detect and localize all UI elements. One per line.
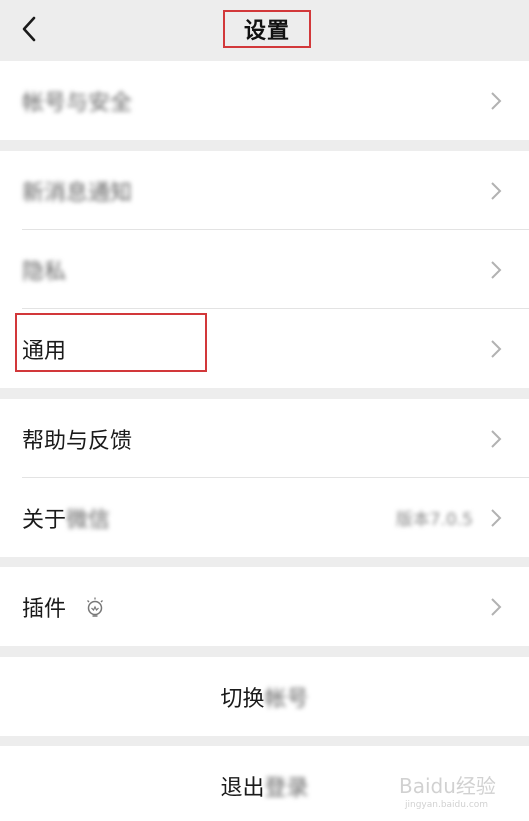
- switch-label-prefix: 切换: [220, 686, 265, 712]
- menu-item-label: 关于微信: [22, 502, 110, 534]
- nav-header: 设置: [0, 0, 529, 58]
- switch-label-blurred: 帐号: [264, 686, 309, 712]
- page-title: 设置: [243, 19, 290, 44]
- menu-item-about[interactable]: 关于微信 版本7.0.5: [0, 478, 529, 557]
- menu-item-general[interactable]: 通用: [0, 309, 529, 388]
- watermark-sub: jingyan.baidu.com: [404, 800, 488, 810]
- plugins-group: 插件: [0, 567, 529, 646]
- baidu-watermark: Baidu经验 jingyan.baidu.com: [399, 774, 496, 810]
- chevron-right-icon: [491, 508, 502, 527]
- chevron-right-icon: [491, 181, 502, 200]
- switch-account-button[interactable]: 切换帐号: [0, 657, 529, 736]
- chevron-right-icon: [491, 429, 502, 448]
- menu-item-label: 插件: [22, 596, 67, 622]
- title-highlight-box: 设置: [223, 10, 311, 48]
- logout-label-blurred: 登录: [264, 775, 309, 801]
- menu-item-label: 隐私: [22, 259, 67, 285]
- chevron-right-icon: [491, 260, 502, 279]
- switch-account-label: 切换帐号: [220, 681, 308, 713]
- menu-item-label: 帮助与反馈: [22, 428, 133, 454]
- menu-item-privacy[interactable]: 隐私: [0, 230, 529, 309]
- menu-item-plugins[interactable]: 插件: [0, 567, 529, 646]
- menu-item-label: 通用: [22, 338, 67, 364]
- version-value: 版本7.0.5: [395, 510, 473, 530]
- menu-item-label: 新消息通知: [22, 180, 133, 206]
- chevron-left-icon: [22, 16, 36, 42]
- about-label-prefix: 关于: [22, 507, 67, 533]
- switch-account-group: 切换帐号: [0, 657, 529, 736]
- chevron-right-icon: [491, 339, 502, 358]
- account-group: 帐号与安全: [0, 61, 529, 140]
- menu-item-notifications[interactable]: 新消息通知: [0, 151, 529, 230]
- menu-item-help-feedback[interactable]: 帮助与反馈: [0, 399, 529, 478]
- watermark-text: Baidu经验: [399, 774, 496, 798]
- logout-label: 退出登录: [220, 770, 308, 802]
- info-group: 帮助与反馈 关于微信 版本7.0.5: [0, 399, 529, 557]
- menu-item-label: 帐号与安全: [22, 90, 133, 116]
- lightbulb-icon: [87, 597, 103, 617]
- chevron-right-icon: [491, 597, 502, 616]
- chevron-right-icon: [491, 91, 502, 110]
- menu-item-account-security[interactable]: 帐号与安全: [0, 61, 529, 140]
- logout-label-prefix: 退出: [220, 775, 265, 801]
- preferences-group: 新消息通知 隐私 通用: [0, 151, 529, 388]
- about-label-app-name: 微信: [66, 507, 111, 533]
- back-button[interactable]: [14, 12, 48, 46]
